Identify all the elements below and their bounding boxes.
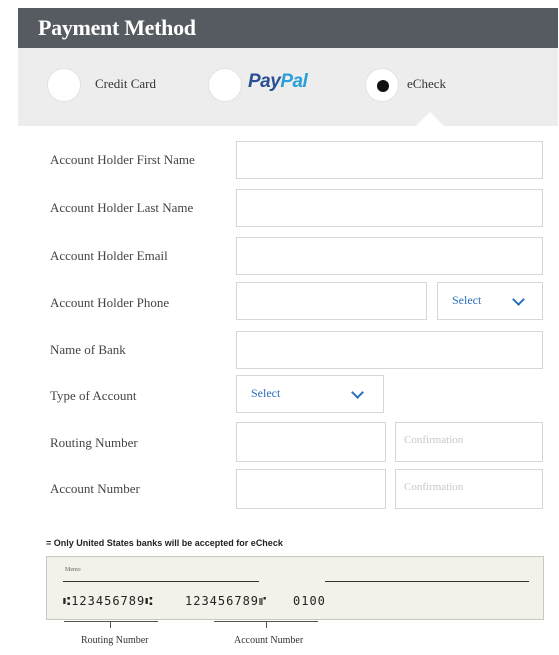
credit-card-radio[interactable] — [47, 68, 81, 102]
phone-type-select-value: Select — [452, 293, 482, 307]
payment-method-panel: Payment Method Credit Card PayPal eCheck… — [18, 8, 558, 655]
account-number-label: Account Number — [50, 481, 140, 496]
credit-card-label: Credit Card — [95, 76, 157, 91]
echeck-radio[interactable] — [365, 68, 399, 102]
payment-option-credit-card[interactable]: Credit Card — [47, 68, 187, 108]
last-name-input[interactable] — [236, 189, 543, 227]
email-input[interactable] — [236, 237, 543, 275]
micr-account: 123456789⑈ — [185, 594, 268, 608]
check-illustration: Memo ⑆123456789⑆ 123456789⑈ 0100 — [46, 556, 544, 620]
account-type-select-value: Select — [251, 386, 281, 400]
memo-line — [63, 581, 259, 582]
first-name-label: Account Holder First Name — [50, 152, 195, 167]
bank-name-input[interactable] — [236, 331, 543, 369]
account-type-label: Type of Account — [50, 388, 137, 403]
payment-option-echeck[interactable]: eCheck — [365, 68, 505, 108]
bank-name-label: Name of Bank — [50, 342, 126, 357]
routing-number-label: Routing Number — [50, 435, 138, 450]
account-number-confirm-input[interactable]: Confirmation — [395, 469, 543, 509]
phone-type-select[interactable]: Select — [437, 282, 543, 320]
account-number-input[interactable] — [236, 469, 386, 509]
last-name-label: Account Holder Last Name — [50, 200, 194, 215]
echeck-label: eCheck — [407, 76, 446, 91]
paypal-radio[interactable] — [208, 68, 242, 102]
routing-confirm-placeholder: Confirmation — [404, 434, 464, 446]
micr-routing: ⑆123456789⑆ — [63, 594, 154, 608]
account-bracket-tick — [266, 621, 267, 628]
signature-line — [325, 581, 529, 582]
panel-title: Payment Method — [38, 15, 196, 40]
email-label: Account Holder Email — [50, 248, 168, 263]
first-name-input[interactable] — [236, 141, 543, 179]
paypal-logo: PayPal — [248, 71, 308, 92]
routing-bracket-tick — [110, 621, 111, 628]
payment-option-bar: Credit Card PayPal eCheck — [18, 48, 558, 126]
payment-option-paypal[interactable]: PayPal — [208, 68, 348, 108]
phone-label: Account Holder Phone — [50, 295, 170, 310]
micr-check-number: 0100 — [293, 594, 326, 608]
routing-number-confirm-input[interactable]: Confirmation — [395, 422, 543, 462]
check-memo-label: Memo — [65, 567, 81, 573]
routing-number-input[interactable] — [236, 422, 386, 462]
chevron-down-icon — [512, 293, 525, 306]
account-confirm-placeholder: Confirmation — [404, 481, 464, 493]
chevron-down-icon — [351, 386, 364, 399]
selected-tab-pointer — [416, 112, 444, 126]
routing-bracket — [64, 621, 158, 622]
account-legend-label: Account Number — [234, 635, 304, 646]
routing-legend-label: Routing Number — [81, 635, 149, 646]
phone-input[interactable] — [236, 282, 427, 320]
account-type-select[interactable]: Select — [236, 375, 384, 413]
panel-header: Payment Method — [18, 8, 558, 48]
us-banks-note: = Only United States banks will be accep… — [46, 538, 283, 548]
